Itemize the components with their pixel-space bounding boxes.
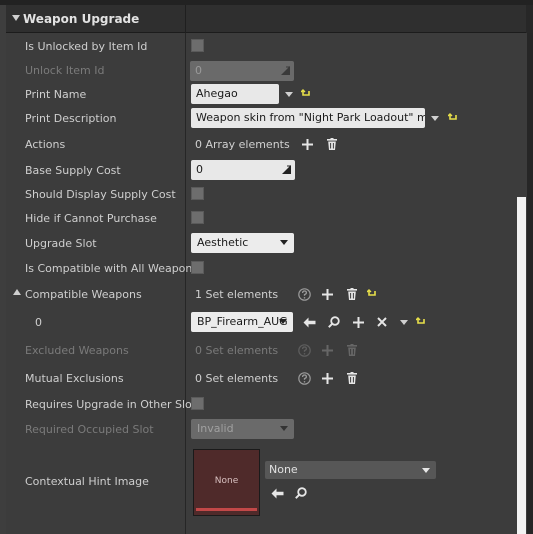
- print-description-field[interactable]: Weapon skin from "Night Park Loadout" mo…: [191, 108, 425, 128]
- chevron-down-icon: [422, 468, 430, 473]
- chevron-down-icon: [280, 240, 288, 245]
- print-name-field[interactable]: Ahegao: [191, 84, 279, 104]
- chevron-down-icon: [279, 319, 287, 324]
- required-occupied-slot-combo: Invalid: [191, 419, 294, 439]
- close-icon[interactable]: [375, 315, 389, 329]
- column-divider[interactable]: [185, 33, 186, 534]
- help-icon[interactable]: [297, 287, 311, 301]
- thumbnail-none-text: None: [214, 476, 239, 486]
- compatible-all-label: Is Compatible with All Weapons: [25, 262, 199, 275]
- trash-icon: [345, 343, 359, 357]
- reset-arrow-icon[interactable]: [446, 111, 460, 125]
- collapse-arrow-icon[interactable]: [12, 15, 20, 21]
- print-name-label: Print Name: [25, 88, 87, 101]
- print-description-label: Print Description: [25, 112, 117, 125]
- hide-cannot-purchase-checkbox[interactable]: [191, 211, 204, 224]
- plus-icon[interactable]: [351, 315, 365, 329]
- trash-icon[interactable]: [345, 371, 359, 385]
- print-name-value: Ahegao: [196, 87, 238, 100]
- upgrade-slot-combo[interactable]: Aesthetic: [191, 233, 294, 253]
- thumbnail-type-bar: [196, 508, 257, 511]
- asset-thumbnail[interactable]: None: [193, 449, 260, 516]
- compatible-all-checkbox[interactable]: [191, 261, 204, 274]
- item-options-dropdown-icon[interactable]: [400, 320, 408, 325]
- scrollbar-thumb[interactable]: [517, 197, 526, 534]
- expand-arrow-icon[interactable]: [13, 289, 21, 295]
- actions-label: Actions: [25, 138, 66, 151]
- is-unlocked-checkbox[interactable]: [191, 39, 204, 52]
- compatible-weapons-value: 1 Set elements: [195, 288, 279, 301]
- requires-other-slot-checkbox[interactable]: [191, 397, 204, 410]
- asset-picker-value: None: [269, 463, 298, 476]
- is-unlocked-label: Is Unlocked by Item Id: [25, 40, 148, 53]
- compatible-weapons-label: Compatible Weapons: [25, 288, 142, 301]
- mutual-exclusions-value: 0 Set elements: [195, 372, 279, 385]
- search-icon[interactable]: [327, 315, 341, 329]
- display-supply-cost-label: Should Display Supply Cost: [25, 188, 176, 201]
- unlock-item-id-label: Unlock Item Id: [25, 64, 105, 77]
- back-arrow-icon[interactable]: [270, 486, 284, 500]
- upgrade-slot-value: Aesthetic: [197, 236, 249, 249]
- print-description-value: Weapon skin from "Night Park Loadout" mo…: [196, 111, 425, 124]
- contextual-hint-image-label: Contextual Hint Image: [25, 475, 149, 488]
- reset-arrow-icon[interactable]: [414, 315, 428, 329]
- section-header[interactable]: Weapon Upgrade: [6, 5, 533, 33]
- display-supply-cost-checkbox[interactable]: [191, 187, 204, 200]
- unlock-item-id-field: 0: [190, 61, 294, 81]
- compatible-item-combo[interactable]: BP_Firearm_AUG: [191, 312, 293, 332]
- asset-picker-combo[interactable]: None: [265, 461, 436, 479]
- excluded-weapons-value: 0 Set elements: [195, 344, 279, 357]
- base-supply-cost-label: Base Supply Cost: [25, 164, 121, 177]
- reset-arrow-icon[interactable]: [299, 87, 313, 101]
- trash-icon[interactable]: [345, 287, 359, 301]
- required-occupied-slot-label: Required Occupied Slot: [25, 423, 154, 436]
- drag-spin-icon: [281, 66, 290, 75]
- print-description-dropdown-icon[interactable]: [431, 116, 439, 121]
- search-icon[interactable]: [294, 486, 308, 500]
- help-icon: [297, 343, 311, 357]
- compatible-item-value: BP_Firearm_AUG: [197, 315, 288, 328]
- compatible-item-index: 0: [35, 316, 42, 329]
- excluded-weapons-label: Excluded Weapons: [25, 344, 129, 357]
- header-divider: [185, 5, 186, 33]
- plus-icon[interactable]: [300, 137, 314, 151]
- scroll-gutter: [527, 33, 533, 534]
- print-name-dropdown-icon[interactable]: [285, 92, 293, 97]
- drag-spin-icon: [282, 165, 291, 174]
- required-occupied-slot-value: Invalid: [197, 422, 234, 435]
- base-supply-cost-value: 0: [196, 163, 203, 176]
- trash-icon[interactable]: [325, 137, 339, 151]
- actions-value: 0 Array elements: [195, 138, 290, 151]
- back-arrow-icon[interactable]: [302, 315, 316, 329]
- base-supply-cost-field[interactable]: 0: [191, 160, 295, 180]
- reset-arrow-icon[interactable]: [365, 287, 379, 301]
- mutual-exclusions-label: Mutual Exclusions: [25, 372, 124, 385]
- header-edge: [526, 5, 533, 33]
- upgrade-slot-label: Upgrade Slot: [25, 237, 97, 250]
- hide-cannot-purchase-label: Hide if Cannot Purchase: [25, 212, 157, 225]
- chevron-down-icon: [280, 426, 288, 431]
- section-title: Weapon Upgrade: [23, 12, 140, 26]
- plus-icon[interactable]: [320, 287, 334, 301]
- plus-icon: [320, 343, 334, 357]
- plus-icon[interactable]: [320, 371, 334, 385]
- help-icon[interactable]: [297, 371, 311, 385]
- requires-other-slot-label: Requires Upgrade in Other Slot: [25, 398, 197, 411]
- unlock-item-id-value: 0: [195, 64, 202, 77]
